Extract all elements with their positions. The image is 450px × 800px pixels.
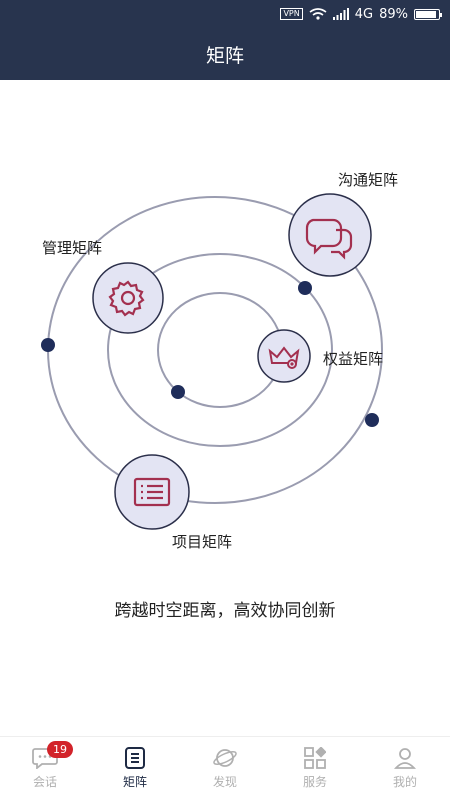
matrix-icon	[125, 747, 145, 769]
vpn-indicator: VPN	[280, 8, 303, 20]
project-matrix-node[interactable]	[114, 454, 190, 530]
tab-label: 发现	[212, 775, 237, 789]
matrix-diagram: 沟通矩阵 管理矩阵 权益矩阵 项目矩阵	[0, 80, 450, 680]
tab-label: 服务	[302, 775, 327, 789]
tab-label: 我的	[392, 775, 417, 789]
orbit-diagram	[41, 193, 383, 530]
tab-chat[interactable]: 会话 19	[0, 737, 90, 800]
grid-icon	[304, 747, 326, 769]
project-matrix-label[interactable]: 项目矩阵	[172, 531, 232, 552]
rights-matrix-node[interactable]	[257, 329, 311, 383]
app-header: 矩阵	[0, 28, 450, 80]
page-title: 矩阵	[205, 44, 244, 67]
tab-label: 会话	[32, 775, 57, 789]
network-type: 4G	[354, 6, 374, 22]
tab-service[interactable]: 服务	[270, 737, 360, 800]
user-icon	[394, 748, 416, 769]
orbit-dot	[171, 385, 185, 399]
tab-discover[interactable]: 发现	[180, 737, 270, 800]
management-matrix-label[interactable]: 管理矩阵	[42, 237, 102, 258]
bottom-tab-bar: 会话 19 矩阵 发现 服务 我的	[0, 736, 450, 800]
communication-matrix-node[interactable]	[288, 193, 372, 277]
signal-icon	[332, 8, 349, 20]
tab-label: 矩阵	[122, 775, 147, 789]
orbit-dot	[298, 281, 312, 295]
planet-icon	[213, 749, 237, 767]
battery-percent: 89%	[379, 6, 408, 22]
orbit-dot	[41, 338, 55, 352]
communication-matrix-label[interactable]: 沟通矩阵	[338, 169, 398, 190]
management-matrix-node[interactable]	[92, 262, 164, 334]
wifi-icon	[309, 8, 327, 20]
battery-icon	[414, 8, 442, 20]
tab-profile[interactable]: 我的	[360, 737, 450, 800]
tab-matrix[interactable]: 矩阵	[90, 737, 180, 800]
orbit-dot	[365, 413, 379, 427]
rights-matrix-label[interactable]: 权益矩阵	[323, 348, 383, 369]
unread-badge: 19	[47, 741, 73, 758]
slogan-text: 跨越时空距离，高效协同创新	[114, 601, 336, 621]
status-bar: VPN 4G 89%	[0, 0, 450, 28]
